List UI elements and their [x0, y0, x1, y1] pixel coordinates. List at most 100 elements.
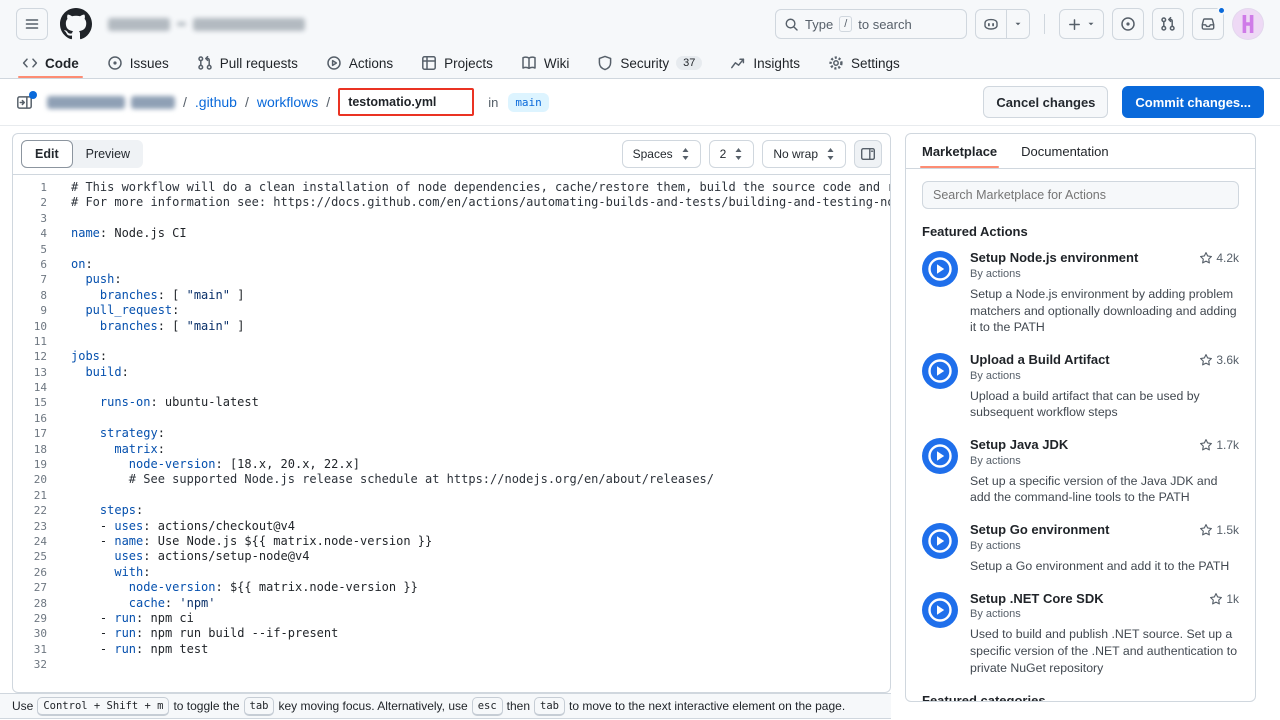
action-title[interactable]: Setup Java JDK	[970, 438, 1191, 453]
kbd-shortcut: tab	[244, 697, 275, 716]
marketplace-action-item[interactable]: Setup .NET Core SDKBy actions1kUsed to b…	[922, 592, 1239, 677]
star-count: 1.5k	[1199, 523, 1239, 537]
search-icon	[784, 17, 799, 32]
wrap-mode-select[interactable]: No wrap	[762, 140, 846, 168]
line-number: 12	[13, 349, 47, 364]
code-line[interactable]: 18 matrix:	[13, 442, 890, 457]
code-line-text: steps:	[47, 503, 890, 518]
action-title[interactable]: Upload a Build Artifact	[970, 353, 1191, 368]
breadcrumb-workflows-dir[interactable]: workflows	[257, 94, 318, 110]
code-line-text	[47, 242, 890, 257]
blurred-owner-link[interactable]	[47, 96, 125, 109]
code-line[interactable]: 31 - run: npm test	[13, 642, 890, 657]
repo-tab-label: Pull requests	[220, 56, 298, 71]
filename-input[interactable]	[338, 88, 474, 116]
code-line[interactable]: 2# For more information see: https://doc…	[13, 195, 890, 210]
copilot-button[interactable]	[976, 10, 1007, 38]
repo-tab-security[interactable]: Security37	[583, 48, 716, 78]
code-line[interactable]: 30 - run: npm run build --if-present	[13, 626, 890, 641]
line-number: 5	[13, 242, 47, 257]
tab-marketplace[interactable]: Marketplace	[922, 134, 997, 168]
repo-tab-code[interactable]: Code	[8, 48, 93, 78]
code-line[interactable]: 24 - name: Use Node.js ${{ matrix.node-v…	[13, 534, 890, 549]
collapse-sidebar-button[interactable]	[16, 94, 33, 111]
tab-documentation[interactable]: Documentation	[1021, 134, 1108, 168]
copilot-icon	[983, 16, 999, 32]
code-line[interactable]: 4name: Node.js CI	[13, 226, 890, 241]
code-line[interactable]: 19 node-version: [18.x, 20.x, 22.x]	[13, 457, 890, 472]
code-line[interactable]: 22 steps:	[13, 503, 890, 518]
repo-tab-actions[interactable]: Actions	[312, 48, 407, 78]
marketplace-search-input[interactable]	[922, 181, 1239, 209]
marketplace-action-item[interactable]: Setup Java JDKBy actions1.7kSet up a spe…	[922, 438, 1239, 506]
indent-mode-select[interactable]: Spaces	[622, 140, 701, 168]
notification-dot	[1217, 6, 1226, 15]
code-line[interactable]: 15 runs-on: ubuntu-latest	[13, 395, 890, 410]
repo-tab-projects[interactable]: Projects	[407, 48, 507, 78]
repo-tab-pull-requests[interactable]: Pull requests	[183, 48, 312, 78]
code-line[interactable]: 6on:	[13, 257, 890, 272]
marketplace-action-item[interactable]: Setup Go environmentBy actions1.5kSetup …	[922, 523, 1239, 575]
code-line[interactable]: 23 - uses: actions/checkout@v4	[13, 519, 890, 534]
code-line[interactable]: 21	[13, 488, 890, 503]
code-line[interactable]: 13 build:	[13, 365, 890, 380]
code-line[interactable]: 11	[13, 334, 890, 349]
code-line[interactable]: 12jobs:	[13, 349, 890, 364]
edit-tab[interactable]: Edit	[21, 140, 73, 168]
cancel-changes-button[interactable]: Cancel changes	[983, 86, 1108, 118]
blurred-repo-link[interactable]	[131, 96, 175, 109]
code-line[interactable]: 32	[13, 657, 890, 672]
code-line[interactable]: 26 with:	[13, 565, 890, 580]
commit-changes-button[interactable]: Commit changes...	[1122, 86, 1264, 118]
toggle-marketplace-panel-button[interactable]	[854, 140, 882, 168]
repo-tab-issues[interactable]: Issues	[93, 48, 183, 78]
code-line[interactable]: 27 node-version: ${{ matrix.node-version…	[13, 580, 890, 595]
kbd-shortcut: Control + Shift + m	[37, 697, 169, 716]
create-new-button[interactable]	[1059, 9, 1104, 39]
code-line[interactable]: 20 # See supported Node.js release sched…	[13, 472, 890, 487]
code-line[interactable]: 10 branches: [ "main" ]	[13, 319, 890, 334]
hamburger-menu-button[interactable]	[16, 8, 48, 40]
copilot-dropdown-button[interactable]	[1007, 10, 1029, 38]
kbd-shortcut: tab	[534, 697, 565, 716]
play-icon	[326, 55, 342, 71]
code-line[interactable]: 17 strategy:	[13, 426, 890, 441]
code-line[interactable]: 16	[13, 411, 890, 426]
code-line[interactable]: 29 - run: npm ci	[13, 611, 890, 626]
code-editor-content[interactable]: 1# This workflow will do a clean install…	[13, 175, 890, 692]
code-line[interactable]: 5	[13, 242, 890, 257]
action-title[interactable]: Setup Node.js environment	[970, 251, 1191, 266]
marketplace-action-item[interactable]: Setup Node.js environmentBy actions4.2kS…	[922, 251, 1239, 336]
preview-tab[interactable]: Preview	[73, 140, 143, 168]
user-avatar[interactable]	[1232, 8, 1264, 40]
breadcrumb-github-dir[interactable]: .github	[195, 94, 237, 110]
action-title[interactable]: Setup Go environment	[970, 523, 1191, 538]
code-line-text: runs-on: ubuntu-latest	[47, 395, 890, 410]
action-description: Set up a specific version of the Java JD…	[970, 473, 1239, 506]
code-line[interactable]: 1# This workflow will do a clean install…	[13, 180, 890, 195]
code-line-text: uses: actions/setup-node@v4	[47, 549, 890, 564]
pull-requests-dashboard-button[interactable]	[1152, 8, 1184, 40]
action-title[interactable]: Setup .NET Core SDK	[970, 592, 1201, 607]
copilot-button-group[interactable]	[975, 9, 1030, 39]
repo-tab-insights[interactable]: Insights	[716, 48, 814, 78]
marketplace-action-item[interactable]: Upload a Build ArtifactBy actions3.6kUpl…	[922, 353, 1239, 421]
code-line[interactable]: 8 branches: [ "main" ]	[13, 288, 890, 303]
code-line[interactable]: 14	[13, 380, 890, 395]
inbox-button[interactable]	[1192, 8, 1224, 40]
line-number: 2	[13, 195, 47, 210]
branch-badge[interactable]: main	[508, 93, 549, 112]
code-line[interactable]: 28 cache: 'npm'	[13, 596, 890, 611]
panel-toggle-icon	[860, 146, 876, 162]
indent-size-select[interactable]: 2	[709, 140, 755, 168]
repo-tab-wiki[interactable]: Wiki	[507, 48, 584, 78]
code-line[interactable]: 3	[13, 211, 890, 226]
code-line[interactable]: 9 pull_request:	[13, 303, 890, 318]
updown-arrows-icon	[826, 148, 835, 160]
issues-dashboard-button[interactable]	[1112, 8, 1144, 40]
global-search-input[interactable]: Type / to search	[775, 9, 967, 39]
repo-tab-settings[interactable]: Settings	[814, 48, 914, 78]
github-logo[interactable]	[60, 8, 92, 40]
code-line[interactable]: 7 push:	[13, 272, 890, 287]
code-line[interactable]: 25 uses: actions/setup-node@v4	[13, 549, 890, 564]
